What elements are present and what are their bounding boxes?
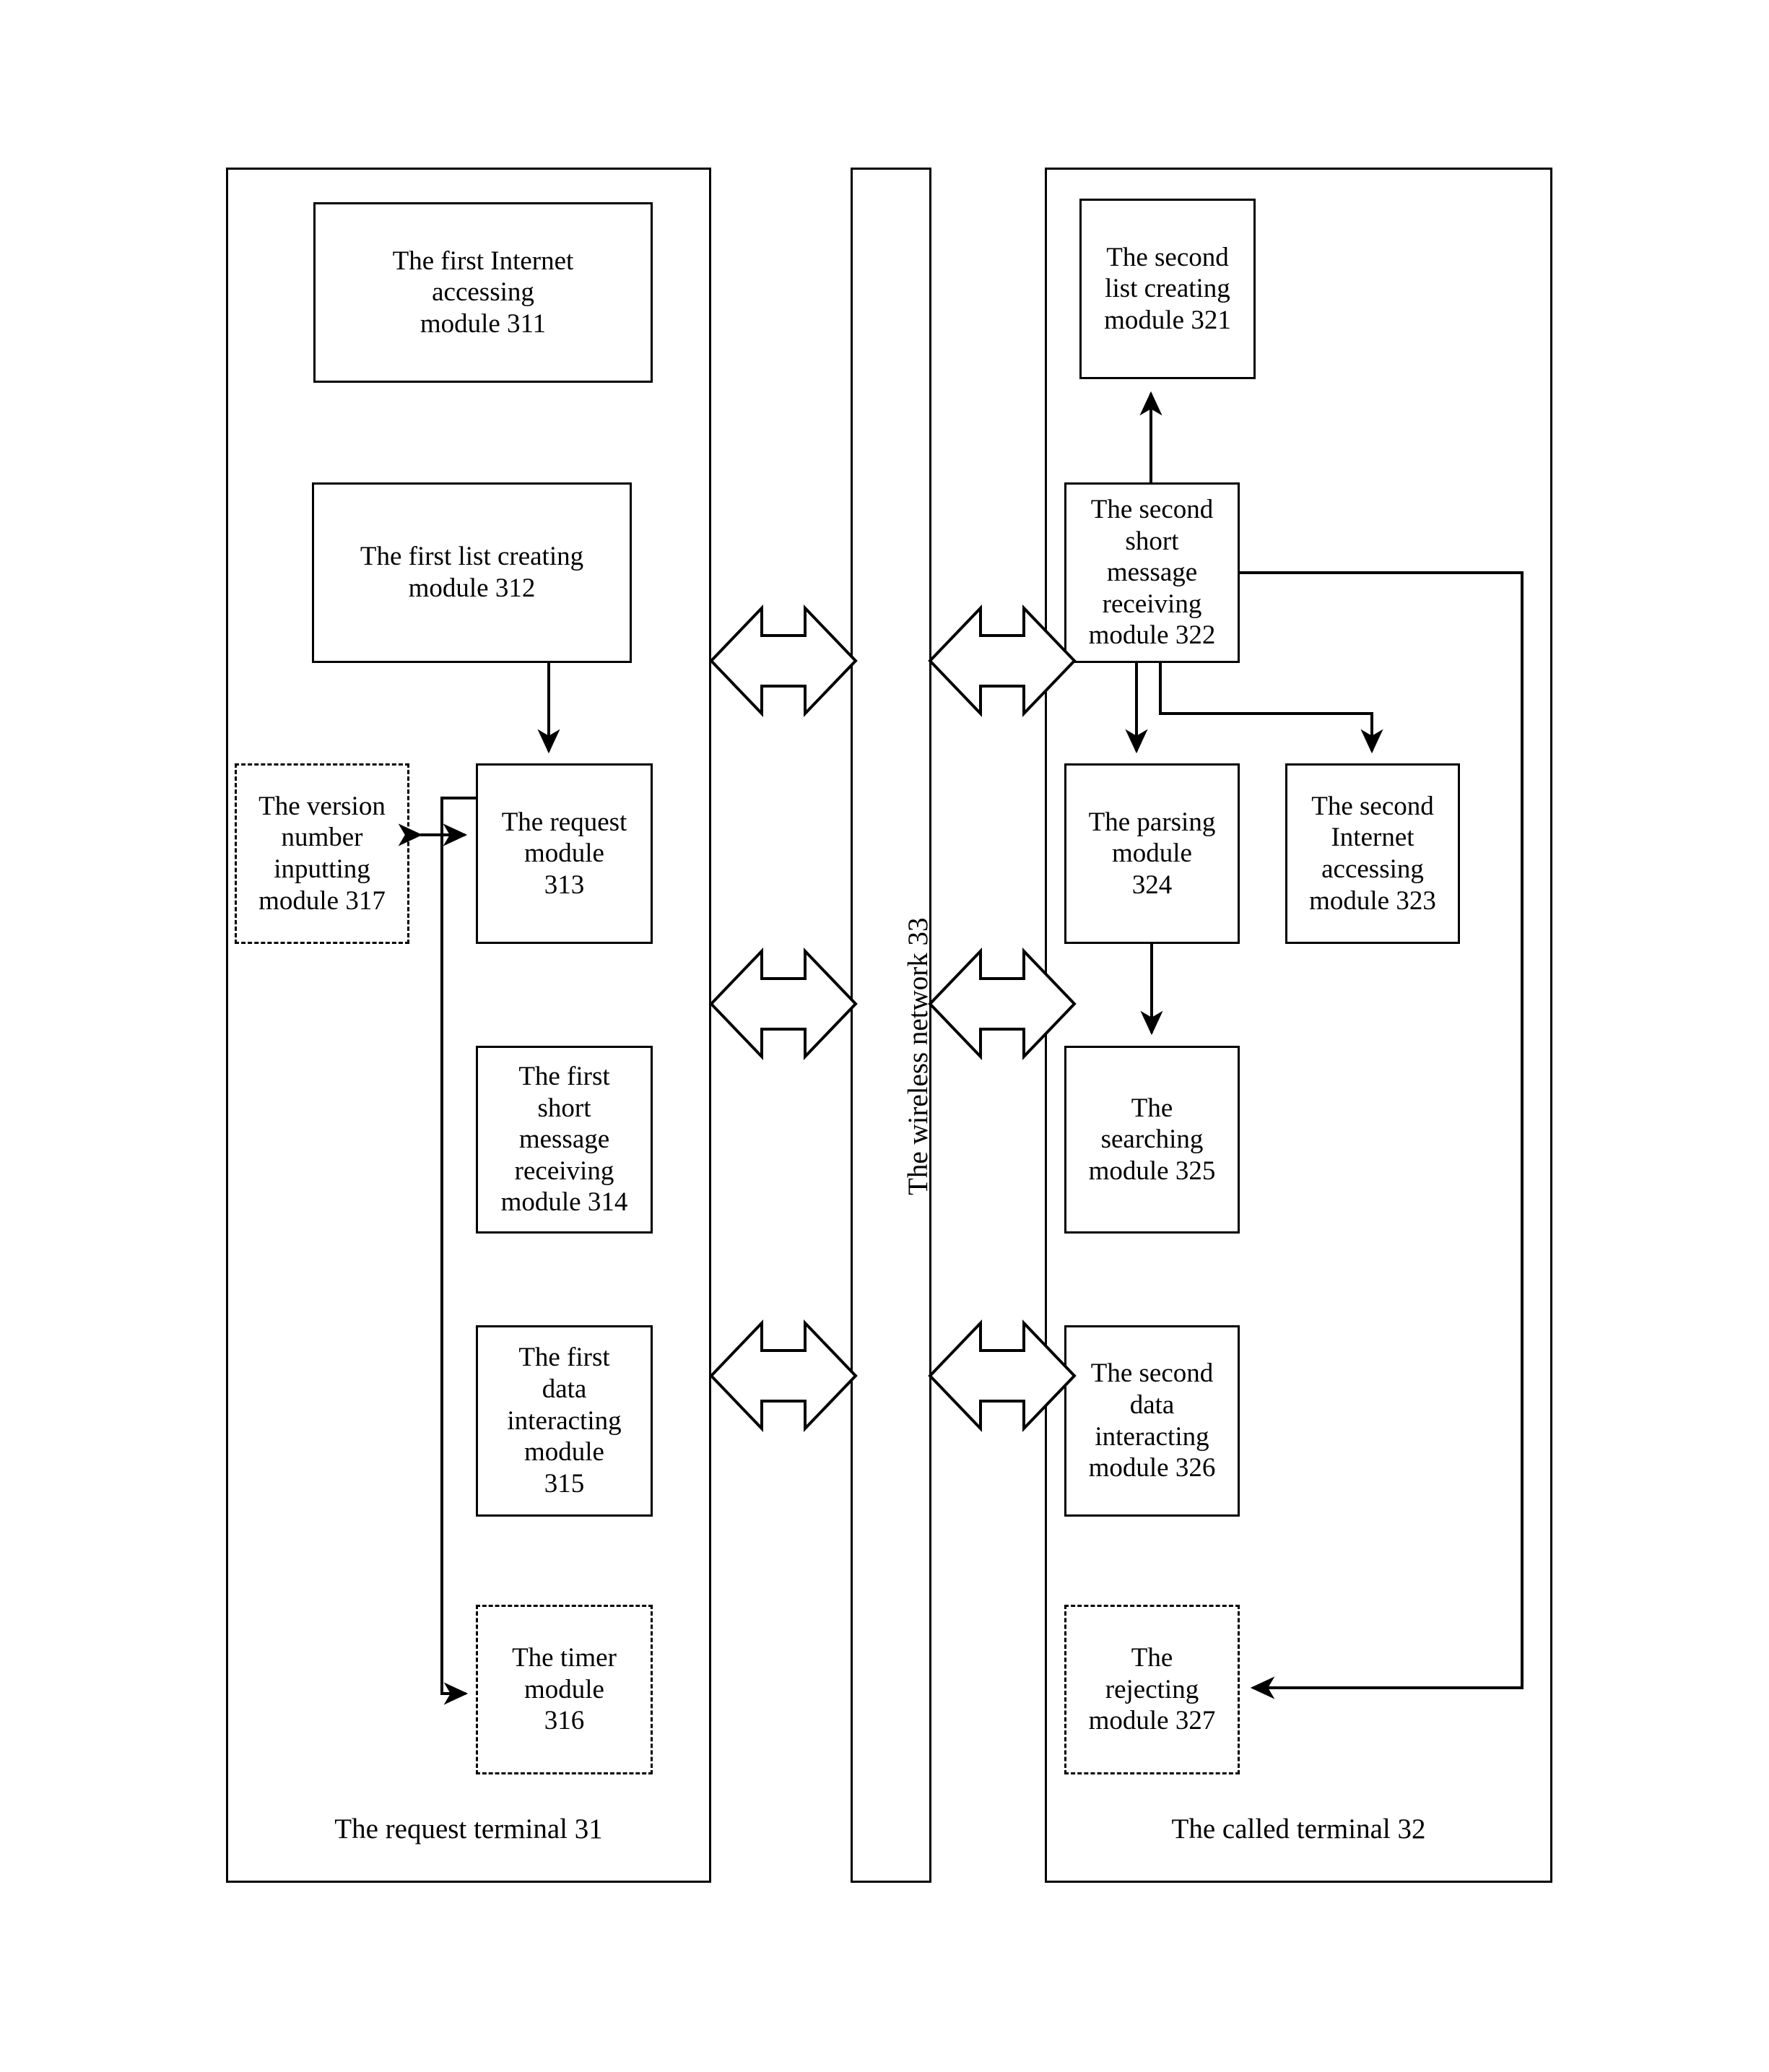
module-314-first-short-message-receiving[interactable]: The first short message receiving module… xyxy=(476,1046,653,1234)
module-311-label: The first Internet accessing module 311 xyxy=(392,246,574,339)
module-317-label: The version number inputting module 317 xyxy=(258,791,386,916)
module-323-second-internet-accessing[interactable]: The second Internet accessing module 323 xyxy=(1285,763,1460,944)
module-317-version-number-inputting[interactable]: The version number inputting module 317 xyxy=(235,763,409,944)
module-324-parsing[interactable]: The parsing module 324 xyxy=(1064,763,1240,944)
module-311-first-internet-accessing[interactable]: The first Internet accessing module 311 xyxy=(313,202,653,383)
figure-canvas: The first Internet accessing module 311 … xyxy=(0,0,1769,2072)
module-313-request[interactable]: The request module 313 xyxy=(476,763,653,944)
module-322-label: The second short message receiving modul… xyxy=(1088,494,1216,651)
network-arrow-left-middle xyxy=(709,948,858,1060)
module-326-label: The second data interacting module 326 xyxy=(1088,1358,1216,1483)
module-312-first-list-creating[interactable]: The first list creating module 312 xyxy=(312,482,632,663)
module-324-label: The parsing module 324 xyxy=(1088,807,1216,900)
module-315-first-data-interacting[interactable]: The first data interacting module 315 xyxy=(476,1325,653,1517)
network-arrow-left-upper xyxy=(709,604,858,717)
module-325-label: The searching module 325 xyxy=(1088,1093,1216,1186)
module-322-second-short-message-receiving[interactable]: The second short message receiving modul… xyxy=(1064,482,1240,663)
module-327-rejecting[interactable]: The rejecting module 327 xyxy=(1064,1605,1240,1774)
wireless-network-label: The wireless network 33 xyxy=(903,917,934,1195)
module-326-second-data-interacting[interactable]: The second data interacting module 326 xyxy=(1064,1325,1240,1517)
module-316-label: The timer module 316 xyxy=(512,1643,617,1736)
module-325-searching[interactable]: The searching module 325 xyxy=(1064,1046,1240,1234)
module-314-label: The first short message receiving module… xyxy=(500,1061,628,1218)
module-321-second-list-creating[interactable]: The second list creating module 321 xyxy=(1079,199,1256,379)
module-315-label: The first data interacting module 315 xyxy=(507,1343,622,1499)
request-terminal-label: The request terminal 31 xyxy=(334,1813,603,1845)
network-arrow-left-lower xyxy=(709,1319,858,1432)
module-316-timer[interactable]: The timer module 316 xyxy=(476,1605,653,1774)
module-312-label: The first list creating module 312 xyxy=(360,542,584,603)
module-327-label: The rejecting module 327 xyxy=(1088,1643,1216,1736)
called-terminal-label: The called terminal 32 xyxy=(1171,1813,1426,1845)
module-323-label: The second Internet accessing module 323 xyxy=(1309,791,1436,916)
module-321-label: The second list creating module 321 xyxy=(1104,242,1231,335)
module-313-label: The request module 313 xyxy=(501,807,627,900)
